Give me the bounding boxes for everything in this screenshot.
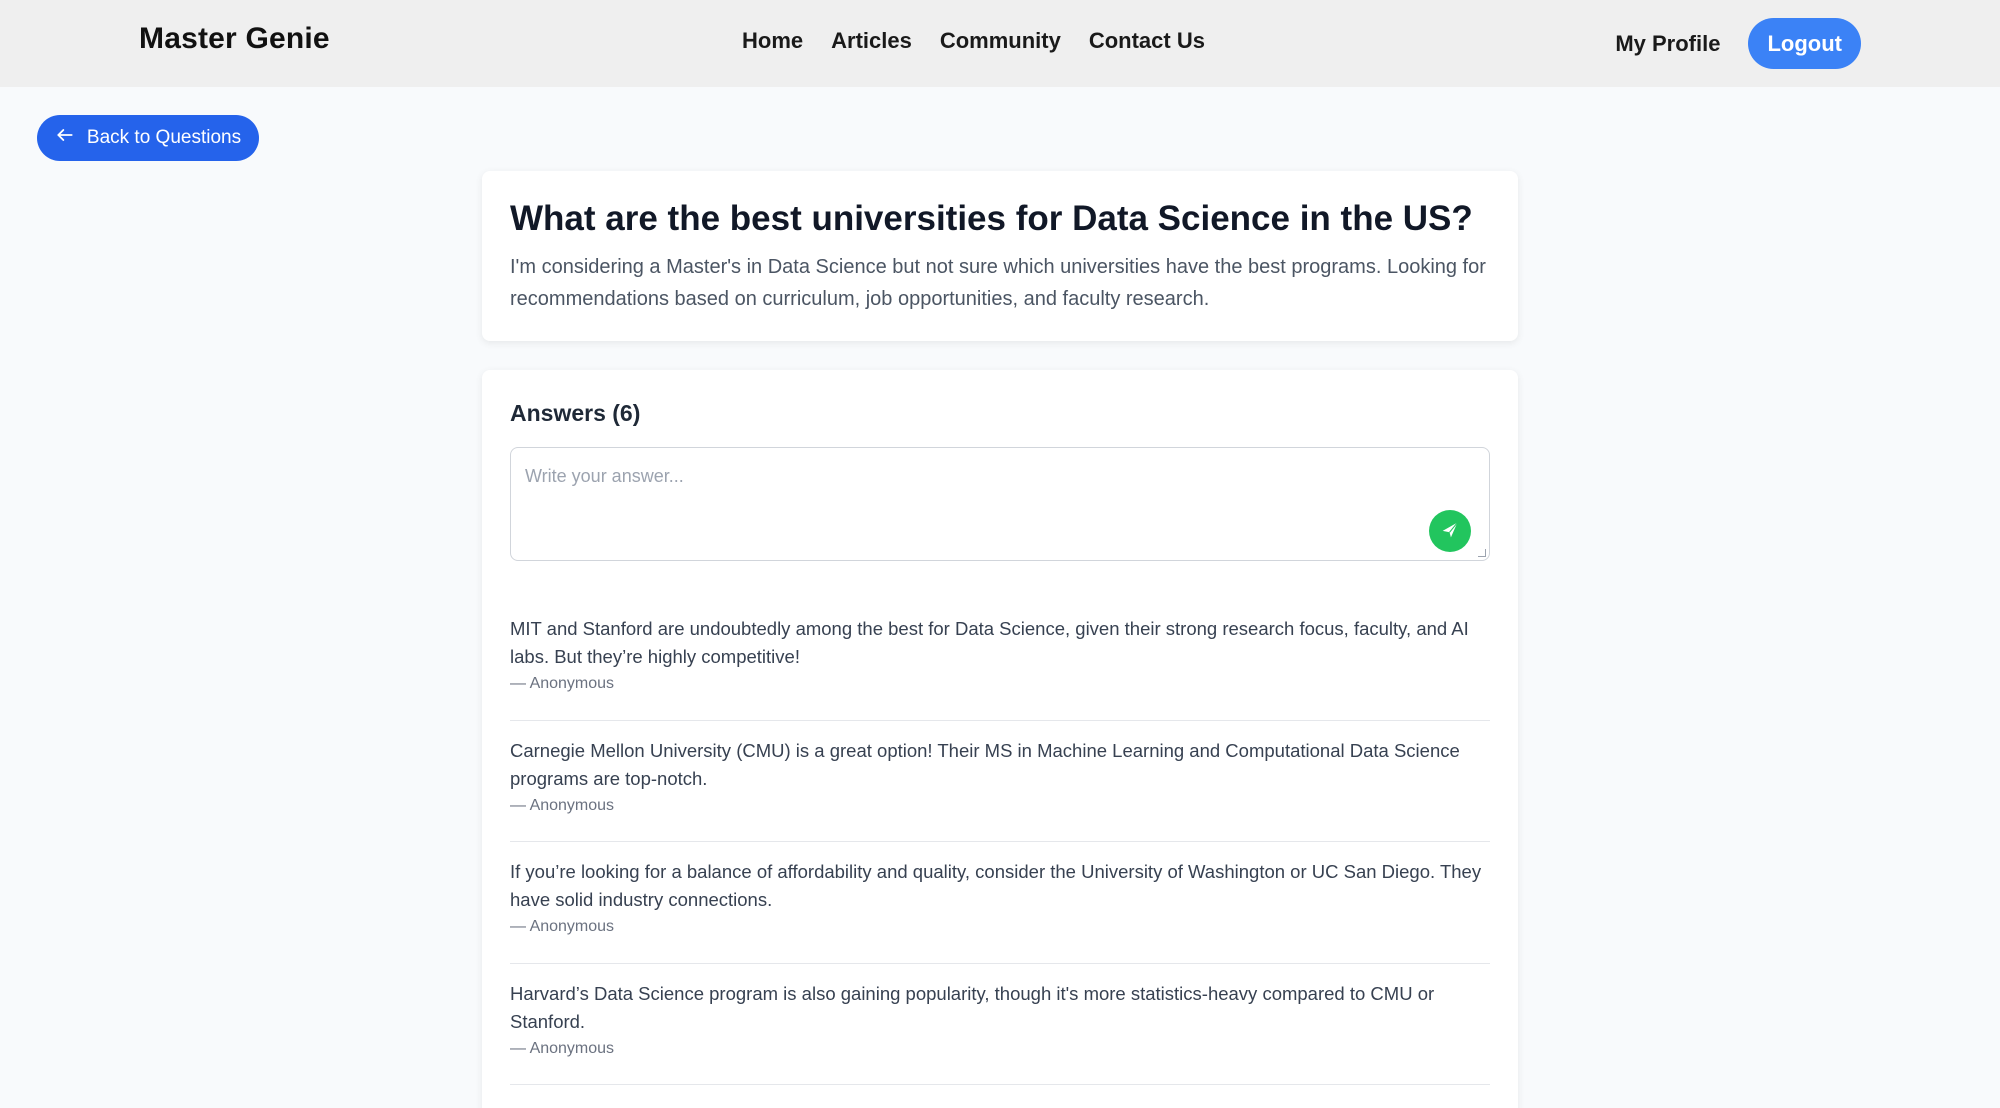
answer-list: MIT and Stanford are undoubtedly among t…: [510, 599, 1490, 1085]
answer-text: MIT and Stanford are undoubtedly among t…: [510, 618, 1469, 667]
nav-community[interactable]: Community: [940, 28, 1061, 54]
answer-item: Harvard’s Data Science program is also g…: [510, 964, 1490, 1085]
answers-heading: Answers (6): [510, 400, 641, 426]
brand-logo[interactable]: Master Genie: [139, 22, 330, 56]
answer-composer: [510, 447, 1490, 561]
answer-item: Carnegie Mellon University (CMU) is a gr…: [510, 721, 1490, 842]
main-nav: Home Articles Community Contact Us: [742, 28, 1205, 54]
question-card: What are the best universities for Data …: [482, 171, 1518, 341]
answer-author: — Anonymous: [510, 1039, 615, 1057]
answer-item: If you’re looking for a balance of affor…: [510, 842, 1490, 964]
send-icon: [1439, 519, 1461, 544]
answer-item: MIT and Stanford are undoubtedly among t…: [510, 599, 1490, 721]
answer-input[interactable]: [511, 448, 1489, 560]
arrow-left-icon: [55, 125, 75, 151]
back-button-label: Back to Questions: [86, 127, 242, 148]
answer-author: — Anonymous: [510, 918, 615, 935]
answer-text: If you’re looking for a balance of affor…: [510, 861, 1482, 910]
question-body: I'm considering a Master's in Data Scien…: [510, 256, 1486, 311]
nav-home[interactable]: Home: [742, 28, 803, 54]
nav-articles[interactable]: Articles: [831, 28, 912, 54]
user-actions: My Profile Logout: [1615, 18, 1861, 69]
answer-author: — Anonymous: [510, 796, 615, 814]
answer-text: Harvard’s Data Science program is also g…: [510, 982, 1435, 1032]
send-answer-button[interactable]: [1429, 510, 1471, 552]
answer-text: Carnegie Mellon University (CMU) is a gr…: [510, 739, 1460, 789]
nav-contact-us[interactable]: Contact Us: [1089, 28, 1205, 54]
logout-button[interactable]: Logout: [1748, 18, 1861, 69]
back-to-questions-button[interactable]: Back to Questions: [37, 115, 259, 161]
resize-handle[interactable]: [1478, 549, 1486, 557]
answers-card: Answers (6) MIT and Stanford are undoubt…: [482, 370, 1518, 1108]
question-title: What are the best universities for Data …: [510, 199, 1473, 238]
my-profile-link[interactable]: My Profile: [1615, 31, 1720, 57]
navbar: Master Genie Home Articles Community Con…: [0, 0, 2000, 87]
answer-author: — Anonymous: [510, 675, 615, 692]
